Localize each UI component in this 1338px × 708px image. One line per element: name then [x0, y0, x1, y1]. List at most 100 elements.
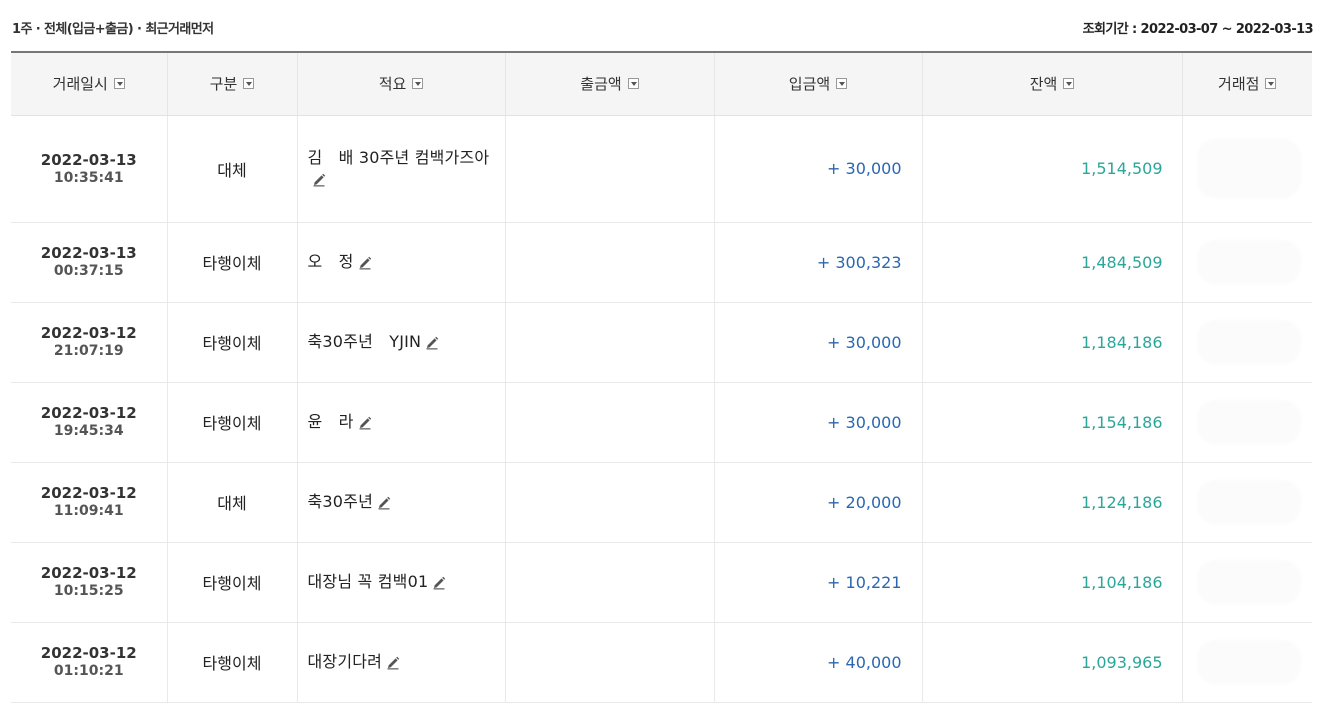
row-time: 19:45:34	[53, 423, 124, 439]
row-date: 2022-03-13	[40, 244, 137, 262]
row-time: 10:15:25	[53, 583, 124, 599]
row-date: 2022-03-12	[40, 324, 137, 342]
row-time: 01:10:21	[53, 663, 124, 679]
col-header-withdraw-label: 출금액	[580, 75, 622, 94]
date-cell: 2022-03-12 11:09:41	[11, 462, 168, 543]
category-cell: 타행이체	[167, 222, 298, 303]
withdraw-cell	[505, 115, 715, 223]
col-header-deposit-label: 입금액	[788, 75, 831, 94]
category-cell: 타행이체	[167, 302, 298, 383]
category-cell: 대체	[167, 115, 298, 223]
col-header-withdraw[interactable]: 출금액	[505, 51, 715, 116]
deposit-cell: + 30,000	[714, 302, 923, 383]
row-date: 2022-03-12	[40, 564, 137, 582]
branch-cell	[1182, 222, 1312, 303]
branch-cell	[1182, 462, 1312, 543]
pencil-icon[interactable]	[431, 575, 447, 591]
withdraw-cell	[505, 382, 715, 463]
branch-cell	[1182, 622, 1312, 703]
date-cell: 2022-03-12 19:45:34	[11, 382, 168, 463]
deposit-cell: + 10,221	[714, 542, 923, 623]
deposit-cell: + 300,323	[714, 222, 923, 303]
pencil-icon[interactable]	[357, 415, 373, 431]
transaction-table: 거래일시 구분 적요 출금액 입금액 잔액 거래점 2022-03-13 10:3…	[11, 51, 1312, 703]
table-row[interactable]: 2022-03-12 11:09:41 대체 축30주년 + 20,000 1,124,1…	[11, 462, 1312, 543]
withdraw-cell	[505, 222, 715, 303]
branch-cell	[1182, 382, 1312, 463]
memo-cell: 축30주년 YJIN	[297, 302, 506, 383]
memo-text: 대장기다려	[307, 652, 383, 671]
withdraw-cell	[505, 542, 715, 623]
transaction-history-panel: 1주 · 전체(입금+출금) · 최근거래먼저 조회기간 : 2022-03-0…	[0, 0, 1338, 708]
memo-cell: 대장님 꼭 컴백01	[297, 542, 506, 623]
memo-cell: 축30주년	[297, 462, 506, 543]
row-date: 2022-03-12	[40, 404, 137, 422]
table-row[interactable]: 2022-03-13 10:35:41 대체 김 배 30주년 컴백가즈아 + 30,0…	[11, 115, 1312, 223]
table-row[interactable]: 2022-03-12 21:07:19 타행이체 축30주년 YJIN + 30,000…	[11, 302, 1312, 383]
row-date: 2022-03-12	[40, 644, 137, 662]
pencil-icon[interactable]	[385, 655, 401, 671]
date-cell: 2022-03-13 10:35:41	[11, 115, 168, 223]
date-cell: 2022-03-12 10:15:25	[11, 542, 168, 623]
branch-cell	[1182, 115, 1312, 223]
category-cell: 타행이체	[167, 542, 298, 623]
col-header-date[interactable]: 거래일시	[11, 51, 168, 116]
memo-cell: 김 배 30주년 컴백가즈아	[297, 115, 506, 223]
deposit-cell: + 40,000	[714, 622, 923, 703]
col-header-balance[interactable]: 잔액	[922, 51, 1183, 116]
row-time: 00:37:15	[53, 263, 124, 279]
deposit-cell: + 30,000	[714, 382, 923, 463]
dropdown-arrow-icon[interactable]	[113, 78, 125, 90]
balance-cell: 1,514,509	[922, 115, 1183, 223]
balance-cell: 1,184,186	[922, 302, 1183, 383]
pencil-icon[interactable]	[357, 255, 373, 271]
deposit-cell: + 20,000	[714, 462, 923, 543]
col-header-memo-label: 적요	[378, 75, 407, 94]
col-header-balance-label: 잔액	[1029, 75, 1058, 94]
dropdown-arrow-icon[interactable]	[1063, 78, 1075, 90]
dropdown-arrow-icon[interactable]	[412, 78, 424, 90]
dropdown-arrow-icon[interactable]	[836, 78, 848, 90]
memo-text: 대장님 꼭 컴백01	[307, 572, 429, 591]
category-cell: 타행이체	[167, 622, 298, 703]
col-header-category[interactable]: 구분	[167, 51, 298, 116]
branch-cell	[1182, 542, 1312, 623]
withdraw-cell	[505, 302, 715, 383]
dropdown-arrow-icon[interactable]	[243, 78, 255, 90]
redaction-mark	[1196, 319, 1301, 365]
balance-cell: 1,154,186	[922, 382, 1183, 463]
col-header-memo[interactable]: 적요	[297, 51, 506, 116]
memo-cell: 대장기다려	[297, 622, 506, 703]
redaction-mark	[1196, 399, 1301, 445]
col-header-category-label: 구분	[209, 75, 238, 94]
memo-cell: 오 정	[297, 222, 506, 303]
summary-bar: 1주 · 전체(입금+출금) · 최근거래먼저 조회기간 : 2022-03-0…	[12, 18, 1314, 38]
redaction-mark	[1196, 559, 1301, 605]
balance-cell: 1,124,186	[922, 462, 1183, 543]
row-time: 21:07:19	[53, 343, 124, 359]
table-row[interactable]: 2022-03-12 19:45:34 타행이체 윤 라 + 30,000 1,154,1…	[11, 382, 1312, 463]
col-header-branch[interactable]: 거래점	[1182, 51, 1312, 116]
pencil-icon[interactable]	[376, 495, 392, 511]
col-header-deposit[interactable]: 입금액	[714, 51, 923, 116]
redaction-mark	[1196, 138, 1301, 199]
withdraw-cell	[505, 622, 715, 703]
period-label: 조회기간 : 2022-03-07 ~ 2022-03-13	[1082, 22, 1314, 37]
pencil-icon[interactable]	[424, 335, 440, 351]
col-header-branch-label: 거래점	[1218, 75, 1260, 94]
filter-summary: 1주 · 전체(입금+출금) · 최근거래먼저	[12, 22, 214, 37]
row-time: 11:09:41	[53, 503, 124, 519]
balance-cell: 1,484,509	[922, 222, 1183, 303]
table-row[interactable]: 2022-03-12 01:10:21 타행이체 대장기다려 + 40,000 1,093…	[11, 622, 1312, 703]
date-cell: 2022-03-12 21:07:19	[11, 302, 168, 383]
pencil-icon[interactable]	[311, 172, 327, 188]
dropdown-arrow-icon[interactable]	[1265, 78, 1277, 90]
date-cell: 2022-03-12 01:10:21	[11, 622, 168, 703]
memo-text: 축30주년 YJIN	[307, 332, 422, 351]
table-row[interactable]: 2022-03-13 00:37:15 타행이체 오 정 + 300,323 1,484,…	[11, 222, 1312, 303]
memo-text: 윤 라	[307, 412, 354, 431]
col-header-date-label: 거래일시	[52, 75, 108, 94]
table-row[interactable]: 2022-03-12 10:15:25 타행이체 대장님 꼭 컴백01 + 10,221…	[11, 542, 1312, 623]
dropdown-arrow-icon[interactable]	[627, 78, 639, 90]
table-header: 거래일시 구분 적요 출금액 입금액 잔액 거래점	[11, 51, 1312, 116]
